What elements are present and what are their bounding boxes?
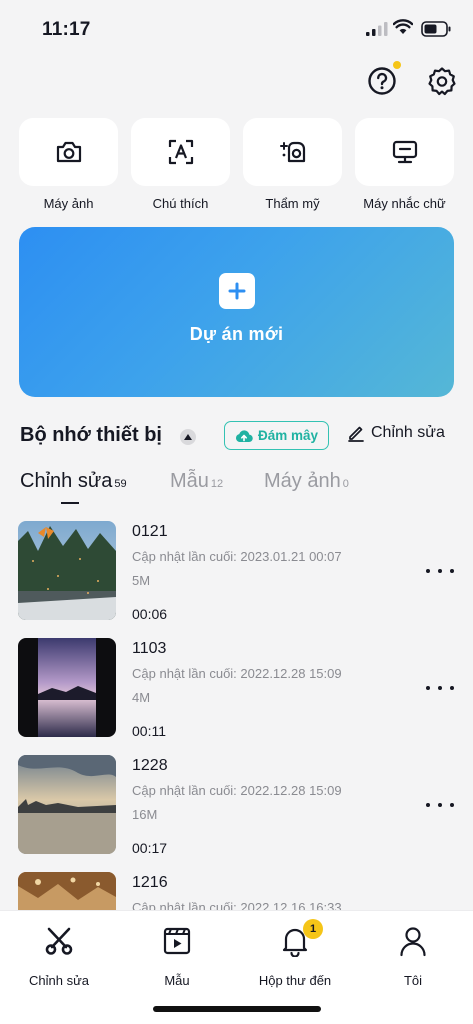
more-options-button[interactable] xyxy=(426,561,454,581)
status-time: 11:17 xyxy=(42,19,91,40)
new-project-button[interactable]: Dự án mới xyxy=(19,227,454,397)
scissors-icon xyxy=(45,927,73,955)
home-indicator xyxy=(153,1006,321,1012)
tool-beauty-tile[interactable] xyxy=(243,118,342,186)
template-icon xyxy=(163,927,191,955)
tab-templates-count: 12 xyxy=(210,478,224,490)
nav-edit[interactable]: Chỉnh sửa xyxy=(4,923,114,988)
profile-icon xyxy=(400,927,426,957)
tool-caption-label: Chú thích xyxy=(152,196,209,211)
storage-dropdown-toggle[interactable] xyxy=(180,429,196,445)
more-options-button[interactable] xyxy=(426,795,454,815)
more-options-button[interactable] xyxy=(426,678,454,698)
nav-templates-label: Mẫu xyxy=(164,973,190,988)
project-title: 1103 xyxy=(132,640,167,657)
cloud-button[interactable]: Đám mây xyxy=(224,421,329,450)
beauty-icon xyxy=(279,141,305,163)
tool-teleprompter-label: Máy nhắc chữ xyxy=(363,196,446,211)
battery-icon xyxy=(421,21,451,37)
project-size: 5M xyxy=(132,573,151,588)
active-tab-indicator xyxy=(61,502,79,504)
more-dot-icon xyxy=(450,686,454,690)
nav-inbox[interactable]: 1 Hộp thư đến xyxy=(240,919,350,988)
tab-templates-label: Mẫu xyxy=(170,470,209,492)
tab-camera-count: 0 xyxy=(342,478,349,490)
gear-icon xyxy=(428,67,456,96)
cloud-button-label: Đám mây xyxy=(257,428,319,443)
project-row[interactable]: 1216 Cập nhật lần cuối: 2022.12.16 16:33 xyxy=(0,872,473,911)
nav-edit-label: Chỉnh sửa xyxy=(28,973,89,988)
nav-inbox-label: Hộp thư đến xyxy=(258,973,332,988)
project-duration: 00:17 xyxy=(132,840,168,856)
caret-up-icon xyxy=(184,434,192,440)
help-circle-icon xyxy=(368,67,396,95)
tool-teleprompter-tile[interactable] xyxy=(355,118,454,186)
tool-caption[interactable]: Chú thích xyxy=(131,118,230,211)
project-updated: Cập nhật lần cuối: 2023.01.21 00:07 xyxy=(132,549,342,564)
tab-edit-count: 59 xyxy=(114,478,127,490)
project-duration: 00:11 xyxy=(132,723,166,739)
status-bar: 11:17 xyxy=(0,0,473,60)
project-thumbnail xyxy=(18,872,116,911)
more-dot-icon xyxy=(426,803,430,807)
project-updated: Cập nhật lần cuối: 2022.12.28 15:09 xyxy=(132,666,342,681)
tool-camera-tile[interactable] xyxy=(19,118,118,186)
project-row[interactable]: 1228 Cập nhật lần cuối: 2022.12.28 15:09… xyxy=(0,755,473,871)
tool-camera[interactable]: Máy ảnh xyxy=(19,118,118,211)
tool-beauty[interactable]: Thẩm mỹ xyxy=(243,118,342,211)
quick-tools: Máy ảnh Chú thích Thẩm mỹ Máy nhắc chữ xyxy=(19,118,454,218)
more-dot-icon xyxy=(426,569,430,573)
tab-edit-label: Chỉnh sửa xyxy=(20,470,113,492)
new-project-label: Dự án mới xyxy=(189,324,284,344)
tab-edit[interactable]: Chỉnh sửa 59 xyxy=(20,470,127,493)
nav-profile-label: Tôi xyxy=(403,973,423,988)
cellular-signal-icon xyxy=(366,22,388,36)
nav-templates[interactable]: Mẫu xyxy=(122,923,232,988)
plus-icon xyxy=(218,273,255,309)
project-row[interactable]: 0121 Cập nhật lần cuối: 2023.01.21 00:07… xyxy=(0,521,473,637)
cloud-upload-icon xyxy=(235,429,253,442)
tab-camera-label: Máy ảnh xyxy=(264,470,341,492)
camera-icon xyxy=(56,141,81,163)
tab-camera[interactable]: Máy ảnh 0 xyxy=(264,470,349,493)
tool-camera-label: Máy ảnh xyxy=(43,196,94,211)
tool-beauty-label: Thẩm mỹ xyxy=(265,196,320,211)
nav-profile[interactable]: Tôi xyxy=(358,923,468,988)
project-duration: 00:06 xyxy=(132,606,168,622)
project-title: 0121 xyxy=(132,523,168,540)
project-updated: Cập nhật lần cuối: 2022.12.28 15:09 xyxy=(132,783,342,798)
edit-projects-label: Chỉnh sửa xyxy=(371,424,445,441)
pencil-icon xyxy=(348,426,364,442)
project-thumbnail xyxy=(18,638,116,737)
edit-projects-button[interactable]: Chỉnh sửa xyxy=(347,424,445,442)
project-thumbnail xyxy=(18,755,116,854)
storage-title[interactable]: Bộ nhớ thiết bị xyxy=(20,424,162,447)
more-dot-icon xyxy=(438,803,442,807)
project-list: 0121 Cập nhật lần cuối: 2023.01.21 00:07… xyxy=(0,521,473,911)
tool-teleprompter[interactable]: Máy nhắc chữ xyxy=(355,118,454,211)
project-size: 16M xyxy=(132,807,158,822)
settings-button[interactable] xyxy=(424,63,460,99)
project-size: 4M xyxy=(132,690,151,705)
help-notification-dot xyxy=(393,61,401,69)
inbox-badge: 1 xyxy=(303,919,323,939)
project-title: 1228 xyxy=(132,757,168,774)
project-title: 1216 xyxy=(132,874,168,891)
more-dot-icon xyxy=(450,569,454,573)
project-row[interactable]: 1103 Cập nhật lần cuối: 2022.12.28 15:09… xyxy=(0,638,473,754)
more-dot-icon xyxy=(450,803,454,807)
more-dot-icon xyxy=(438,686,442,690)
teleprompter-icon xyxy=(392,140,417,164)
more-dot-icon xyxy=(438,569,442,573)
tool-caption-tile[interactable] xyxy=(131,118,230,186)
tab-templates[interactable]: Mẫu 12 xyxy=(170,470,223,493)
wifi-icon xyxy=(393,19,413,34)
caption-icon xyxy=(168,139,193,165)
project-thumbnail xyxy=(18,521,116,620)
more-dot-icon xyxy=(426,686,430,690)
